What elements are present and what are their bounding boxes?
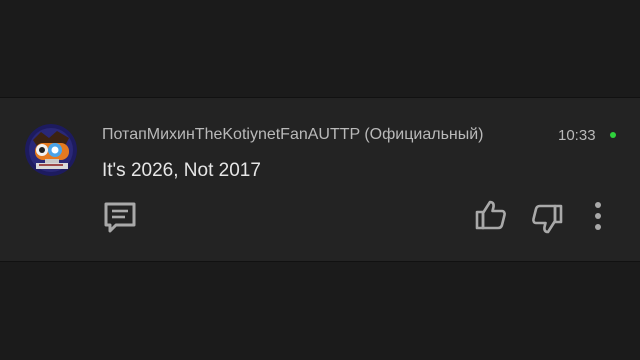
- more-options-button[interactable]: [588, 200, 608, 232]
- comment-author[interactable]: ПотапМихинTheKotiynetFanAUTTP (Официальн…: [102, 126, 540, 144]
- comment-time: 10:33: [558, 127, 596, 144]
- online-status-icon: [610, 132, 616, 138]
- comment-card: ПотапМихинTheKotiynetFanAUTTP (Официальн…: [0, 98, 640, 261]
- comment-text: It's 2026, Not 2017: [102, 160, 261, 181]
- dislike-button[interactable]: [530, 202, 564, 236]
- avatar[interactable]: [25, 124, 77, 176]
- thumbs-down-icon: [532, 204, 563, 234]
- avatar-image: [25, 124, 77, 176]
- thumbs-up-icon: [475, 200, 506, 230]
- top-empty-area: [0, 0, 640, 97]
- more-vertical-icon: [595, 202, 601, 230]
- reply-button[interactable]: [102, 200, 138, 236]
- reply-icon: [104, 202, 136, 233]
- like-button[interactable]: [474, 198, 508, 232]
- chat-screen: ПотапМихинTheKotiynetFanAUTTP (Официальн…: [0, 0, 640, 360]
- bottom-empty-area: [0, 262, 640, 360]
